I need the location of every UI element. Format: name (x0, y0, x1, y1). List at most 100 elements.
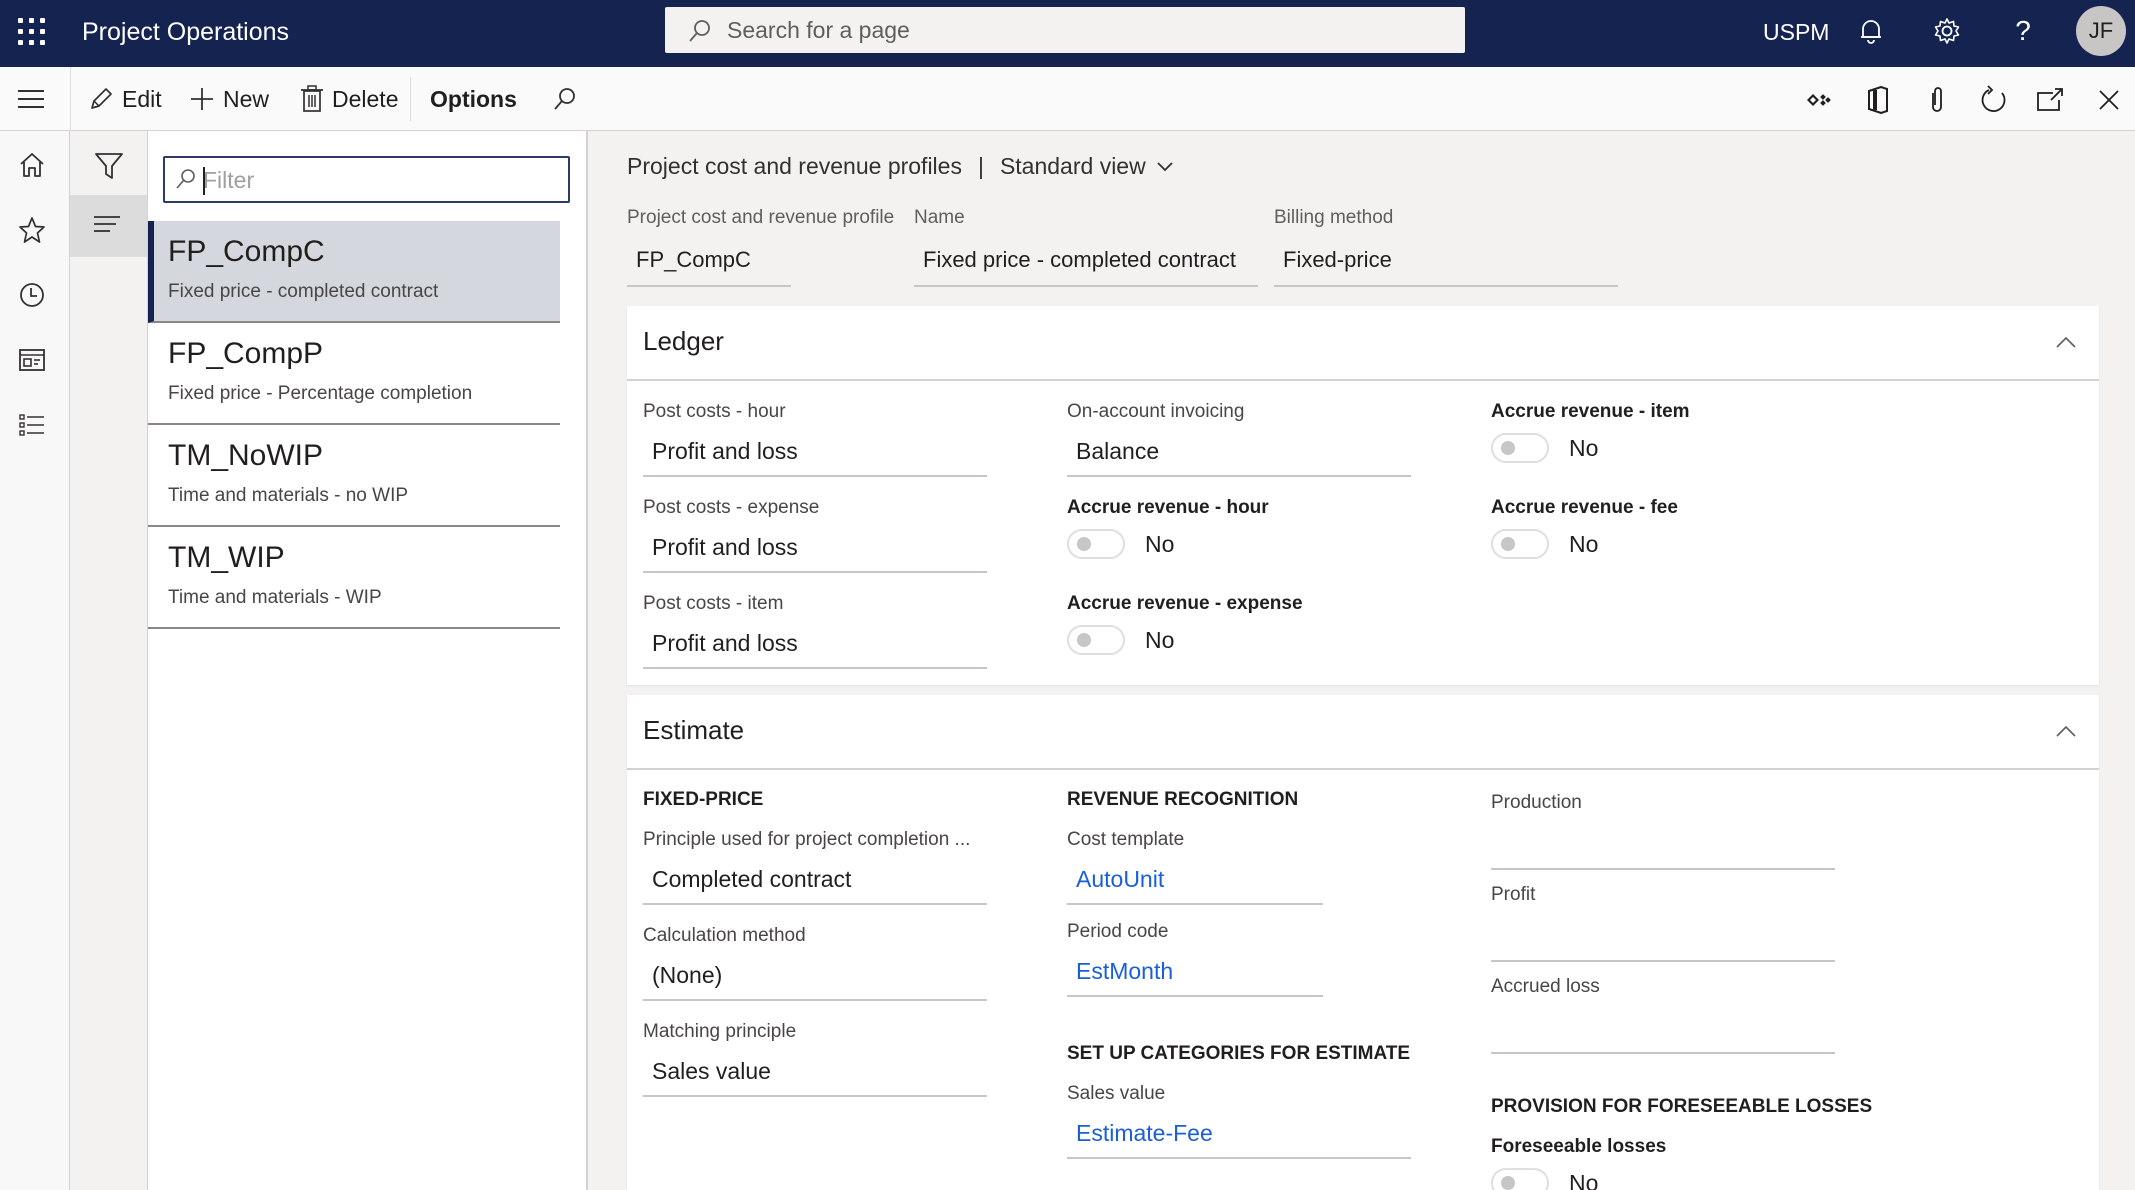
billing-method-input[interactable]: Fixed-price (1274, 243, 1618, 287)
accrue-revenue-fee-field: Accrue revenue - fee No (1491, 497, 1678, 559)
post-costs-hour-select[interactable]: Profit and loss (643, 431, 987, 477)
period-code-field: Period code EstMonth (1067, 921, 1323, 997)
text-cursor (203, 167, 205, 195)
company-picker[interactable]: USPM (1763, 16, 1829, 48)
filter-input[interactable] (203, 164, 563, 196)
bell-icon[interactable] (1854, 14, 1888, 48)
search-icon (689, 20, 710, 42)
list-item[interactable]: FP_CompP Fixed price - Percentage comple… (148, 323, 560, 425)
billing-method-field: Billing method Fixed-price (1274, 207, 1618, 287)
filter-pane-column (70, 131, 148, 1190)
office-icon[interactable] (1861, 83, 1895, 117)
view-selector-label: Standard view (999, 153, 1146, 179)
divider (70, 67, 71, 131)
profit-input[interactable] (1491, 916, 1835, 962)
app-title[interactable]: Project Operations (82, 16, 289, 48)
list-item[interactable]: FP_CompC Fixed price - completed contrac… (148, 221, 560, 323)
foreseeable-losses-toggle[interactable] (1491, 1168, 1549, 1190)
toggle-knob (1077, 537, 1091, 551)
search-icon (176, 169, 195, 189)
star-icon[interactable] (16, 214, 48, 246)
accrue-revenue-expense-toggle[interactable] (1067, 625, 1125, 655)
accrue-revenue-item-field: Accrue revenue - item No (1491, 401, 1690, 463)
delete-button[interactable]: Delete (300, 83, 398, 115)
sales-value-link[interactable]: Estimate-Fee (1067, 1113, 1411, 1159)
field-label: Post costs - expense (643, 497, 820, 518)
toggle-state: No (1569, 530, 1599, 557)
divider (410, 77, 411, 121)
accrue-revenue-hour-toggle[interactable] (1067, 529, 1125, 559)
field-label: Cost template (1067, 829, 1185, 850)
new-label: New (223, 85, 270, 112)
post-costs-expense-select[interactable]: Profit and loss (643, 527, 987, 573)
edit-button[interactable]: Edit (88, 83, 162, 115)
cost-template-field: Cost template AutoUnit (1067, 829, 1323, 905)
chevron-up-icon[interactable] (2055, 721, 2077, 743)
matching-principle-select[interactable]: Sales value (643, 1051, 987, 1097)
show-list-button[interactable] (70, 195, 147, 257)
cost-template-link[interactable]: AutoUnit (1067, 859, 1323, 905)
new-button[interactable]: New (189, 83, 269, 115)
details-pane: Project cost and revenue profiles | Stan… (590, 131, 2135, 1190)
list-icon[interactable] (16, 409, 48, 441)
action-search-button[interactable] (552, 83, 578, 115)
refresh-icon[interactable] (1977, 83, 2011, 117)
accrue-revenue-item-toggle[interactable] (1491, 433, 1549, 463)
period-code-link[interactable]: EstMonth (1067, 951, 1323, 997)
list-lines-icon (94, 216, 120, 232)
ledger-fasttab-header[interactable]: Ledger (627, 306, 2099, 381)
calculation-method-select[interactable]: (None) (643, 955, 987, 1001)
ledger-fasttab: Ledger Post costs - hour Profit and loss… (627, 306, 2099, 685)
clock-icon[interactable] (16, 279, 48, 311)
accrue-revenue-expense-field: Accrue revenue - expense No (1067, 593, 1303, 655)
hamburger-menu-icon[interactable] (16, 87, 46, 111)
fixed-price-group-title: FIXED-PRICE (643, 789, 764, 810)
chevron-up-icon[interactable] (2055, 332, 2077, 354)
field-label: Accrue revenue - expense (1067, 593, 1303, 614)
profile-id-input[interactable]: FP_CompC (627, 243, 791, 287)
top-nav-bar: Project Operations Search for a page USP… (0, 0, 2135, 67)
field-label: On-account invoicing (1067, 401, 1245, 422)
post-costs-item-select[interactable]: Profit and loss (643, 623, 987, 669)
accrue-revenue-fee-toggle[interactable] (1491, 529, 1549, 559)
list-item[interactable]: TM_WIP Time and materials - WIP (148, 527, 560, 629)
open-new-window-icon[interactable] (2033, 83, 2067, 117)
close-icon[interactable] (2092, 83, 2126, 117)
home-icon[interactable] (16, 149, 48, 181)
help-icon[interactable]: ? (2006, 14, 2040, 48)
post-costs-hour-field: Post costs - hour Profit and loss (643, 401, 987, 477)
post-costs-expense-field: Post costs - expense Profit and loss (643, 497, 987, 573)
options-tab[interactable]: Options (430, 83, 517, 115)
waffle-icon[interactable] (18, 18, 46, 46)
on-account-invoicing-select[interactable]: Balance (1067, 431, 1411, 477)
delete-label: Delete (332, 85, 399, 112)
name-field: Name Fixed price - completed contract (914, 207, 1258, 287)
toggle-state: No (1145, 530, 1175, 557)
list-item[interactable]: TM_NoWIP Time and materials - no WIP (148, 425, 560, 527)
field-label: Production (1491, 792, 1582, 813)
list-item-description: Fixed price - Percentage completion (168, 383, 473, 404)
list-item-description: Time and materials - no WIP (168, 485, 409, 506)
filter-icon[interactable] (92, 149, 126, 183)
gear-icon[interactable] (1930, 14, 1964, 48)
field-label: Accrued loss (1491, 976, 1600, 997)
name-input[interactable]: Fixed price - completed contract (914, 243, 1258, 287)
field-label: Post costs - item (643, 593, 784, 614)
estimate-fasttab: Estimate FIXED-PRICE Principle used for … (627, 695, 2099, 1190)
user-avatar[interactable]: JF (2076, 6, 2126, 56)
attachment-icon[interactable] (1920, 83, 1954, 117)
power-apps-icon[interactable] (1802, 83, 1836, 117)
toggle-state: No (1569, 434, 1599, 461)
view-selector[interactable]: Standard view (1000, 153, 1174, 180)
page-search-input[interactable]: Search for a page (665, 7, 1465, 53)
production-input[interactable] (1491, 824, 1835, 870)
field-label: Period code (1067, 921, 1169, 942)
edit-label: Edit (122, 85, 162, 112)
workspace-icon[interactable] (16, 344, 48, 376)
estimate-fasttab-header[interactable]: Estimate (627, 695, 2099, 770)
accrued-loss-input[interactable] (1491, 1008, 1835, 1054)
title-separator: | (977, 153, 984, 179)
ledger-title: Ledger (643, 326, 724, 356)
principle-select[interactable]: Completed contract (643, 859, 987, 905)
filter-input-box[interactable] (163, 156, 570, 203)
